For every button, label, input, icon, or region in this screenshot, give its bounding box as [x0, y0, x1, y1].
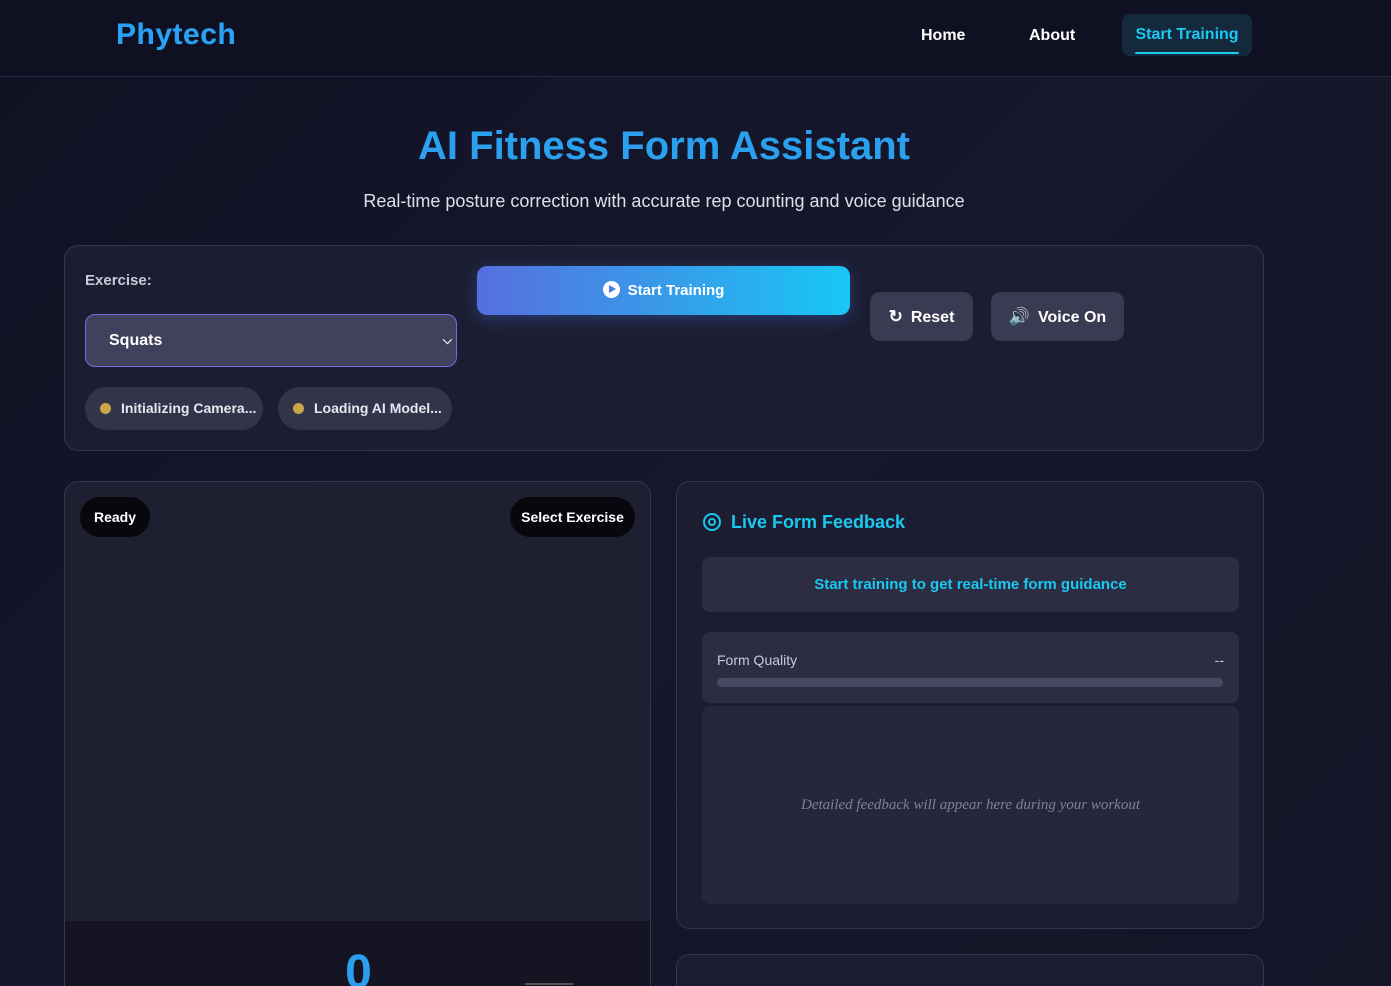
- model-status-text: Loading AI Model...: [314, 400, 442, 416]
- feedback-panel: Live Form Feedback Start training to get…: [676, 481, 1264, 929]
- feedback-title: Live Form Feedback: [731, 512, 906, 532]
- model-status-pill: Loading AI Model...: [278, 387, 452, 430]
- form-quality-value: --: [1214, 652, 1224, 668]
- rep-counter-area: 0: [65, 921, 650, 986]
- voice-toggle-button[interactable]: 🔊 Voice On: [991, 292, 1124, 341]
- active-nav-underline: [1135, 52, 1239, 54]
- status-dot-icon: [100, 403, 111, 414]
- voice-label: Voice On: [1038, 309, 1107, 326]
- nav-start-training-label: Start Training: [1135, 26, 1239, 43]
- volume-icon: 🔊: [1008, 307, 1030, 326]
- top-navbar: Phytech Home About Start Training: [0, 0, 1391, 77]
- exercise-badge: Select Exercise: [510, 497, 635, 537]
- divider: [525, 983, 573, 985]
- form-quality-label: Form Quality: [717, 652, 798, 668]
- brand-logo[interactable]: Phytech: [116, 18, 236, 52]
- target-icon: [703, 513, 721, 531]
- redo-icon: ↻: [888, 307, 903, 326]
- secondary-panel: [676, 954, 1264, 986]
- state-badge: Ready: [80, 497, 150, 537]
- play-circle-icon: [602, 281, 620, 298]
- camera-status-pill: Initializing Camera...: [85, 387, 263, 430]
- start-training-button[interactable]: Start Training: [477, 266, 850, 315]
- rep-count: 0: [345, 946, 372, 986]
- reset-label: Reset: [910, 309, 955, 326]
- reset-button[interactable]: ↻ Reset: [870, 292, 973, 341]
- feedback-prompt: Start training to get real-time form gui…: [702, 557, 1239, 612]
- page-title: AI Fitness Form Assistant: [418, 124, 910, 168]
- chevron-down-icon: ⌵: [442, 333, 452, 347]
- status-dot-icon: [293, 403, 304, 414]
- camera-status-text: Initializing Camera...: [121, 400, 257, 416]
- exercise-label: Exercise:: [85, 272, 152, 289]
- detailed-feedback-box: Detailed feedback will appear here durin…: [702, 706, 1239, 904]
- nav-start-training-link[interactable]: Start Training: [1122, 14, 1252, 56]
- form-quality-bar: [717, 678, 1223, 687]
- start-training-label: Start Training: [627, 282, 725, 299]
- nav-home-link[interactable]: Home: [921, 27, 965, 45]
- page-subtitle: Real-time posture correction with accura…: [363, 191, 965, 211]
- video-panel: Ready Select Exercise 0: [64, 481, 651, 986]
- exercise-selected-value: Squats: [109, 332, 163, 349]
- form-quality-card: Form Quality --: [702, 632, 1239, 703]
- nav-about-link[interactable]: About: [1029, 27, 1075, 45]
- exercise-select[interactable]: Squats ⌵: [85, 314, 457, 367]
- control-panel: Exercise: Squats ⌵ Initializing Camera..…: [64, 245, 1264, 451]
